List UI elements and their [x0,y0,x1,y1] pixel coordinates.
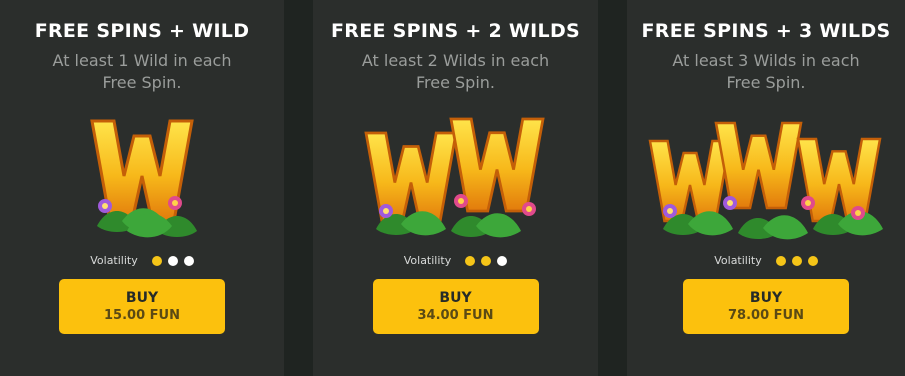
offer-description: At least 1 Wild in each Free Spin. [52,51,232,92]
volatility-dot-filled [465,255,476,266]
buy-button[interactable]: BUY 78.00 FUN [683,279,849,334]
volatility-indicator: Volatility [714,254,818,267]
buy-feature-screen: FREE SPINS + WILD At least 1 Wild in eac… [0,0,905,376]
volatility-dot-filled [807,255,818,266]
buy-label: BUY [439,289,472,306]
offer-title: FREE SPINS + 3 WILDS [641,20,891,42]
volatility-dot-filled [775,255,786,266]
offer-description: At least 3 Wilds in each Free Spin. [672,51,860,92]
wild-w-icon [17,106,267,246]
volatility-dot-empty [167,255,178,266]
buy-label: BUY [125,289,159,306]
volatility-dot-filled [791,255,802,266]
offer-card-1: FREE SPINS + WILD At least 1 Wild in eac… [0,0,284,376]
volatility-label: Volatility [714,254,762,267]
wild-www-icon [641,106,891,246]
volatility-label: Volatility [403,254,452,267]
volatility-indicator: Volatility [404,254,508,267]
offer-card-2: FREE SPINS + 2 WILDS At least 2 Wilds in… [313,0,598,376]
buy-price: 78.00 FUN [728,307,804,323]
buy-price: 15.00 FUN [104,307,180,323]
offer-title: FREE SPINS + 2 WILDS [330,20,581,42]
offer-description: At least 2 Wilds in each Free Spin. [361,51,550,92]
offer-title: FREE SPINS + WILD [34,20,250,42]
buy-price: 34.00 FUN [417,307,494,323]
offer-card-3: FREE SPINS + 3 WILDS At least 3 Wilds in… [627,0,905,376]
volatility-indicator: Volatility [90,254,194,267]
volatility-dot-empty [497,255,508,266]
volatility-dot-empty [183,255,194,266]
wild-ww-icon [331,106,581,246]
buy-button[interactable]: BUY 15.00 FUN [59,279,225,334]
volatility-dot-filled [481,255,492,266]
buy-button[interactable]: BUY 34.00 FUN [372,279,539,334]
volatility-dot-filled [151,255,162,266]
buy-label: BUY [749,289,783,306]
volatility-label: Volatility [90,254,138,267]
